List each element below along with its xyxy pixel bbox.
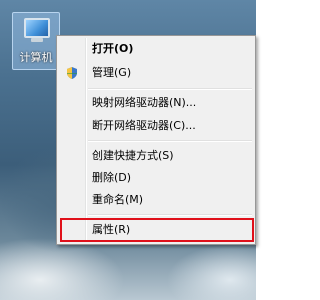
shield-icon xyxy=(67,67,77,79)
menu-item-open[interactable]: 打开(O) xyxy=(59,38,253,60)
properties-highlight-box xyxy=(60,218,254,242)
menu-separator xyxy=(88,214,252,216)
computer-desktop-icon[interactable]: 计算机 xyxy=(12,12,60,70)
computer-icon-label: 计算机 xyxy=(19,51,53,64)
menu-item-create-shortcut-label: 创建快捷方式(S) xyxy=(92,149,174,162)
menu-item-manage-label: 管理(G) xyxy=(92,66,132,79)
menu-separator xyxy=(88,88,252,90)
menu-item-disconnect-network-drive-label: 断开网络驱动器(C)... xyxy=(92,119,196,132)
menu-item-disconnect-network-drive[interactable]: 断开网络驱动器(C)... xyxy=(59,115,253,137)
computer-icon-stand xyxy=(31,38,43,42)
menu-item-rename-label: 重命名(M) xyxy=(92,193,144,206)
menu-item-create-shortcut[interactable]: 创建快捷方式(S) xyxy=(59,145,253,167)
computer-icon xyxy=(24,18,50,38)
menu-item-delete[interactable]: 删除(D) xyxy=(59,167,253,189)
menu-item-delete-label: 删除(D) xyxy=(92,171,132,184)
menu-separator xyxy=(88,140,252,142)
menu-item-rename[interactable]: 重命名(M) xyxy=(59,189,253,211)
menu-item-map-network-drive-label: 映射网络驱动器(N)... xyxy=(92,96,197,109)
menu-item-map-network-drive[interactable]: 映射网络驱动器(N)... xyxy=(59,92,253,114)
menu-item-open-label: 打开(O) xyxy=(92,42,134,55)
context-menu: 打开(O) 管理(G) 映射网络驱动器(N)... 断开网络驱动器(C)... … xyxy=(56,35,256,245)
menu-item-manage[interactable]: 管理(G) xyxy=(59,62,253,84)
